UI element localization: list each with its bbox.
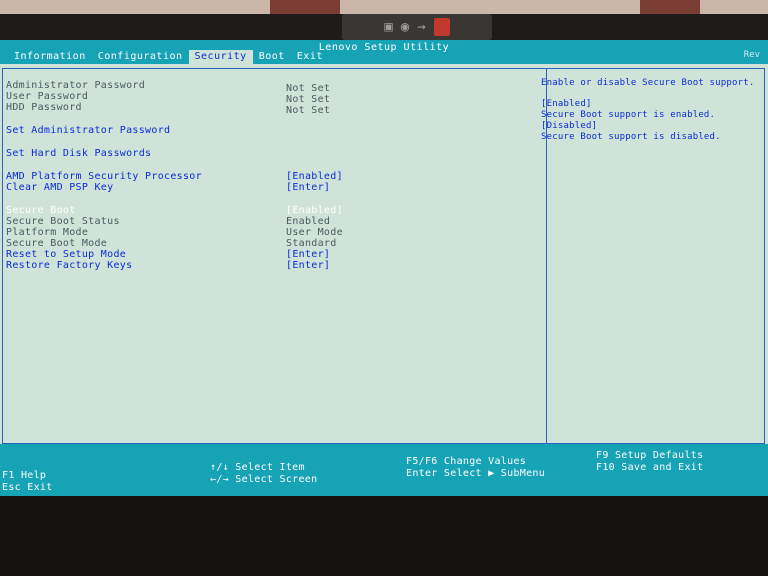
settings-list: Administrator Password Not Set User Pass…	[6, 80, 546, 271]
key-legend-bar: F1 Help Esc Exit ↑/↓ Select Item ←/→ Sel…	[0, 444, 768, 496]
secure-boot-status-label: Secure Boot Status	[6, 216, 120, 227]
help-line-enabled-text: Secure Boot support is enabled.	[541, 110, 716, 120]
clear-psp-key-value: [Enter]	[286, 182, 331, 193]
secure-boot-label: Secure Boot	[6, 205, 76, 216]
secure-boot-mode-label: Secure Boot Mode	[6, 238, 108, 249]
restore-factory-keys-value: [Enter]	[286, 260, 331, 271]
set-hdd-passwords-item[interactable]: Set Hard Disk Passwords	[6, 148, 546, 159]
key-select-screen: ←/→ Select Screen	[210, 474, 318, 485]
secure-boot-item[interactable]: Secure Boot [Enabled]	[6, 205, 546, 216]
amd-psp-label: AMD Platform Security Processor	[6, 171, 202, 182]
user-password-label: User Password	[6, 91, 89, 102]
user-password-row: User Password Not Set	[6, 91, 546, 105]
secure-boot-value: [Enabled]	[286, 205, 343, 216]
amd-psp-value: [Enabled]	[286, 171, 343, 182]
arrow-right-icon: →	[417, 19, 426, 35]
reset-setup-mode-label: Reset to Setup Mode	[6, 249, 127, 260]
tab-configuration[interactable]: Configuration	[92, 50, 189, 64]
platform-mode-row: Platform Mode User Mode	[6, 227, 546, 238]
monitor-bezel-bottom	[0, 496, 768, 576]
help-line-disabled-text: Secure Boot support is disabled.	[541, 132, 721, 142]
key-select-item: ↑/↓ Select Item	[210, 462, 305, 473]
tab-exit[interactable]: Exit	[291, 50, 329, 64]
webcam-lens-icon: ◉	[400, 19, 410, 35]
tab-information[interactable]: Information	[8, 50, 92, 64]
camera-icon	[433, 18, 450, 36]
clear-psp-key-label: Clear AMD PSP Key	[6, 182, 114, 193]
top-bar: Lenovo Setup Utility Rev Information Con…	[0, 40, 768, 64]
set-admin-password-label: Set Administrator Password	[6, 125, 171, 136]
help-panel: Enable or disable Secure Boot support. […	[541, 78, 761, 143]
key-esc-exit: Esc Exit	[2, 482, 53, 493]
key-f1-help: F1 Help	[2, 470, 47, 481]
admin-password-row: Administrator Password Not Set	[6, 80, 546, 94]
secure-boot-status-row: Secure Boot Status Enabled	[6, 216, 546, 227]
tab-bar: Information Configuration Security Boot …	[8, 50, 329, 64]
hdd-password-row: HDD Password Not Set	[6, 102, 546, 116]
amd-psp-item[interactable]: AMD Platform Security Processor [Enabled…	[6, 171, 546, 182]
restore-factory-keys-label: Restore Factory Keys	[6, 260, 133, 271]
secure-boot-status-value: Enabled	[286, 216, 331, 227]
help-line-enabled-option: [Enabled]	[541, 99, 592, 109]
set-hdd-passwords-label: Set Hard Disk Passwords	[6, 148, 152, 159]
reset-setup-mode-value: [Enter]	[286, 249, 331, 260]
bios-screen: Lenovo Setup Utility Rev Information Con…	[0, 40, 768, 496]
admin-password-label: Administrator Password	[6, 80, 146, 91]
camera-off-icon: ▣	[384, 19, 393, 35]
tab-security[interactable]: Security	[188, 50, 253, 64]
key-change-values: F5/F6 Change Values	[406, 456, 527, 467]
key-f9-defaults: F9 Setup Defaults	[596, 450, 704, 461]
revision-hint: Rev	[743, 50, 760, 60]
help-line-description: Enable or disable Secure Boot support.	[541, 78, 755, 88]
hdd-password-label: HDD Password	[6, 102, 82, 113]
clear-psp-key-item[interactable]: Clear AMD PSP Key [Enter]	[6, 182, 546, 193]
webcam-bar: ▣ ◉ →	[342, 14, 492, 40]
key-f10-save-exit: F10 Save and Exit	[596, 462, 704, 473]
hdd-password-value: Not Set	[286, 105, 331, 116]
platform-mode-value: User Mode	[286, 227, 343, 238]
secure-boot-mode-row: Secure Boot Mode Standard	[6, 238, 546, 249]
secure-boot-mode-value: Standard	[286, 238, 337, 249]
tab-boot[interactable]: Boot	[253, 50, 291, 64]
set-admin-password-item[interactable]: Set Administrator Password	[6, 125, 546, 136]
help-line-disabled-option: [Disabled]	[541, 121, 598, 131]
restore-factory-keys-item[interactable]: Restore Factory Keys [Enter]	[6, 260, 546, 271]
key-select-submenu: Enter Select ▶ SubMenu	[406, 468, 546, 479]
reset-setup-mode-item[interactable]: Reset to Setup Mode [Enter]	[6, 249, 546, 260]
platform-mode-label: Platform Mode	[6, 227, 89, 238]
